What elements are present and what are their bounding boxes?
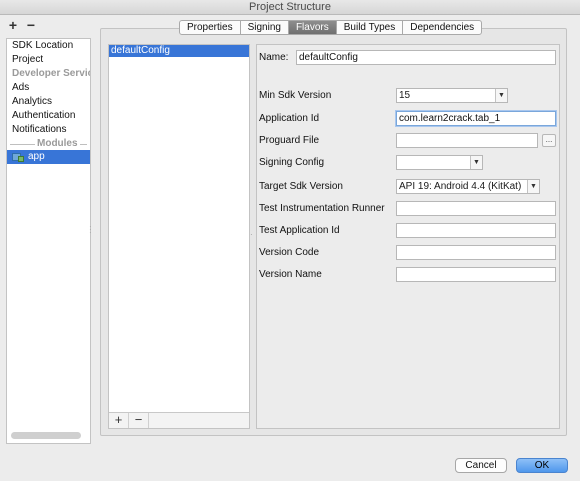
remove-button[interactable]: − bbox=[26, 18, 36, 33]
chevron-down-icon: ▼ bbox=[527, 180, 539, 193]
ok-button[interactable]: OK bbox=[516, 458, 568, 473]
add-flavor-button[interactable]: + bbox=[109, 413, 129, 428]
tab-properties[interactable]: Properties bbox=[180, 21, 241, 34]
test-runner-label: Test Instrumentation Runner bbox=[259, 203, 385, 214]
sidebar-item-notifications[interactable]: Notifications bbox=[7, 123, 90, 137]
target-sdk-label: Target Sdk Version bbox=[259, 181, 343, 192]
add-button[interactable]: + bbox=[8, 18, 18, 33]
module-icon bbox=[12, 152, 25, 162]
test-application-id-label: Test Application Id bbox=[259, 225, 340, 236]
flavors-list: defaultConfig + − bbox=[108, 44, 250, 429]
sidebar-item-sdk-location[interactable]: SDK Location bbox=[7, 39, 90, 53]
min-sdk-value: 15 bbox=[399, 90, 411, 101]
application-id-field[interactable]: com.learn2crack.tab_1 bbox=[396, 111, 556, 126]
splitter-handle[interactable]: · bbox=[250, 230, 253, 239]
version-name-label: Version Name bbox=[259, 269, 322, 280]
sidebar-header-developer-services: Developer Servic bbox=[12, 68, 91, 79]
signing-config-select[interactable]: ▼ bbox=[396, 155, 483, 170]
cancel-button[interactable]: Cancel bbox=[455, 458, 507, 473]
version-code-field[interactable] bbox=[396, 245, 556, 260]
proguard-file-label: Proguard File bbox=[259, 135, 320, 146]
min-sdk-select[interactable]: 15 ▼ bbox=[396, 88, 508, 103]
browse-button[interactable]: ... bbox=[542, 134, 556, 147]
tab-dependencies[interactable]: Dependencies bbox=[403, 21, 481, 34]
sidebar-item-app[interactable]: app bbox=[7, 150, 90, 164]
sidebar-item-project[interactable]: Project bbox=[7, 53, 90, 67]
splitter-handle[interactable]: · · · bbox=[89, 223, 93, 237]
test-runner-field[interactable] bbox=[396, 201, 556, 216]
sidebar-item-analytics[interactable]: Analytics bbox=[7, 95, 90, 109]
test-application-id-field[interactable] bbox=[396, 223, 556, 238]
version-name-field[interactable] bbox=[396, 267, 556, 282]
tab-signing[interactable]: Signing bbox=[241, 21, 289, 34]
modules-separator: Modules bbox=[7, 138, 90, 150]
tab-build-types[interactable]: Build Types bbox=[337, 21, 404, 34]
horizontal-scrollbar[interactable] bbox=[11, 432, 81, 439]
tab-bar: Properties Signing Flavors Build Types D… bbox=[179, 20, 483, 35]
sidebar: SDK Location Project Developer Servic Ad… bbox=[6, 38, 91, 444]
sidebar-toolbar: + − bbox=[8, 18, 36, 35]
target-sdk-select[interactable]: API 19: Android 4.4 (KitKat) ▼ bbox=[396, 179, 540, 194]
tab-flavors[interactable]: Flavors bbox=[288, 21, 337, 34]
min-sdk-label: Min Sdk Version bbox=[259, 90, 332, 101]
chevron-down-icon: ▼ bbox=[470, 156, 482, 169]
flavors-list-toolbar: + − bbox=[109, 412, 249, 428]
modules-header: Modules bbox=[35, 138, 80, 150]
proguard-file-field[interactable] bbox=[396, 133, 538, 148]
sidebar-item-ads[interactable]: Ads bbox=[7, 81, 90, 95]
name-field[interactable]: defaultConfig bbox=[296, 50, 556, 65]
window-title: Project Structure bbox=[0, 0, 580, 15]
target-sdk-value: API 19: Android 4.4 (KitKat) bbox=[399, 181, 522, 192]
sidebar-item-authentication[interactable]: Authentication bbox=[7, 109, 90, 123]
remove-flavor-button[interactable]: − bbox=[129, 413, 149, 428]
signing-config-label: Signing Config bbox=[259, 157, 325, 168]
flavor-form: Name: defaultConfig Min Sdk Version 15 ▼… bbox=[256, 44, 560, 429]
application-id-label: Application Id bbox=[259, 113, 320, 124]
list-item[interactable]: defaultConfig bbox=[109, 45, 249, 57]
chevron-down-icon: ▼ bbox=[495, 89, 507, 102]
sidebar-item-label: app bbox=[28, 151, 45, 162]
version-code-label: Version Code bbox=[259, 247, 320, 258]
name-label: Name: bbox=[259, 52, 289, 63]
